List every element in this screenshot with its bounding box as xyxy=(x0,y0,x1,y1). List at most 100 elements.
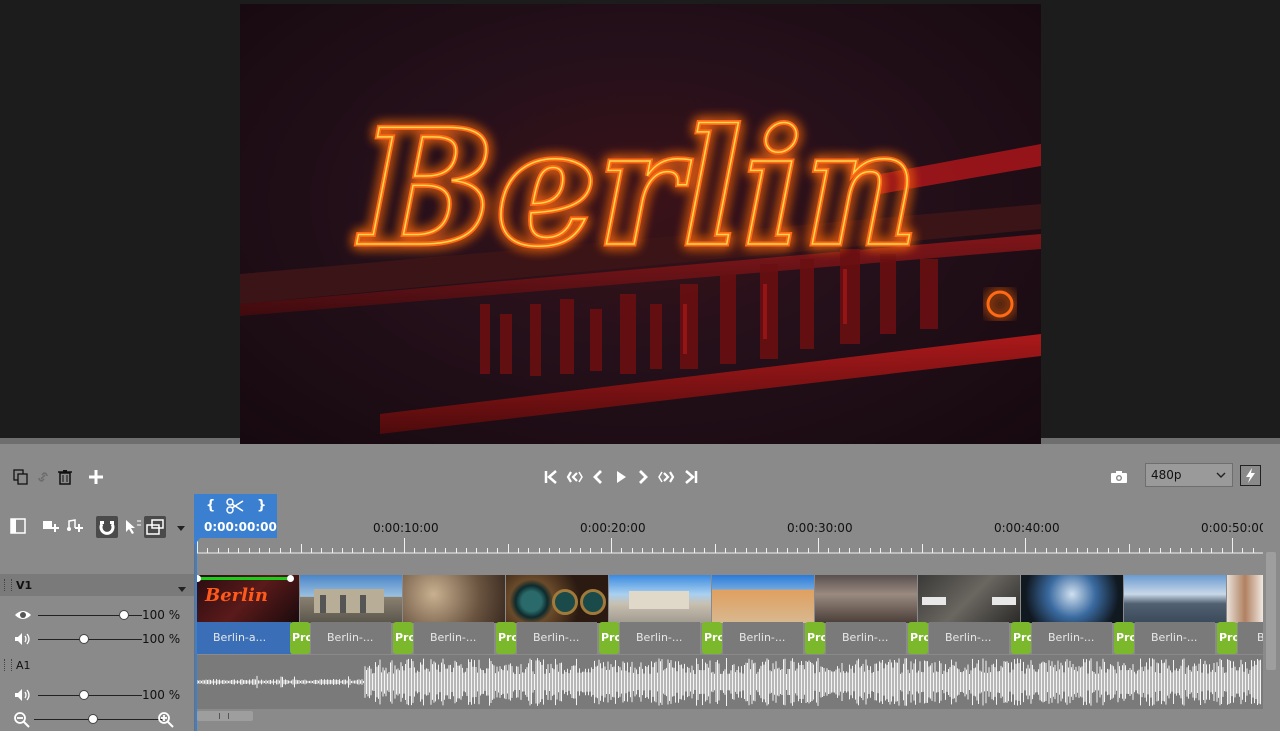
go-to-end-icon[interactable] xyxy=(680,466,702,488)
video-clip-thumbnail[interactable] xyxy=(1227,575,1263,623)
drag-handle-icon[interactable] xyxy=(4,659,12,671)
step-back-icon[interactable] xyxy=(587,466,609,488)
camera-icon[interactable] xyxy=(1108,466,1130,488)
v1-menu-chevron-icon[interactable] xyxy=(178,582,186,596)
vertical-scrollbar[interactable] xyxy=(1263,500,1280,731)
video-volume-slider-knob[interactable] xyxy=(79,634,89,644)
clip-label[interactable]: Berlin-... xyxy=(1135,622,1215,654)
video-clip-thumbnail[interactable] xyxy=(712,575,814,623)
more-options-chevron-icon[interactable] xyxy=(176,522,186,536)
fade-out-handle[interactable] xyxy=(287,575,294,582)
playhead-time: 0:00:00:00 xyxy=(204,520,277,534)
v1-track-header[interactable]: V1 xyxy=(0,574,194,596)
clip-label[interactable]: Berlin-... xyxy=(1032,622,1112,654)
resolution-select[interactable]: 480p xyxy=(1145,463,1233,487)
video-clip-thumbnail[interactable] xyxy=(609,575,711,623)
toggle-panel-icon[interactable] xyxy=(10,518,26,537)
pro-transition-badge[interactable]: Pro xyxy=(805,622,825,654)
fast-preview-icon[interactable] xyxy=(1240,465,1261,486)
zoom-in-icon[interactable] xyxy=(158,712,174,731)
audio-volume-slider-knob[interactable] xyxy=(79,690,89,700)
v1-opacity-slider[interactable]: 100 % xyxy=(12,607,192,625)
clip-fade-bar[interactable] xyxy=(197,577,291,580)
snap-magnet-icon[interactable] xyxy=(96,516,118,538)
zoom-slider-knob[interactable] xyxy=(88,714,98,724)
timeline-zoom-slider[interactable] xyxy=(12,711,192,729)
playhead-pointer xyxy=(194,538,200,546)
resolution-value: 480p xyxy=(1151,468,1182,482)
clip-label[interactable]: Berlin-... xyxy=(723,622,803,654)
video-clip-thumbnail[interactable] xyxy=(300,575,402,623)
video-clip-thumbnail[interactable] xyxy=(1124,575,1226,623)
trash-icon[interactable] xyxy=(54,466,76,488)
go-to-start-icon[interactable] xyxy=(540,466,562,488)
vertical-scrollbar-thumb[interactable] xyxy=(1266,552,1276,670)
previous-keyframe-icon[interactable] xyxy=(564,466,586,488)
mark-out-button[interactable]: } xyxy=(257,498,266,513)
playhead-line[interactable] xyxy=(195,540,197,731)
add-icon[interactable] xyxy=(85,466,107,488)
copy-icon[interactable] xyxy=(10,466,32,488)
video-clip-thumbnail[interactable] xyxy=(918,575,1020,623)
mark-in-button[interactable]: { xyxy=(206,498,215,513)
video-clip-thumbnail[interactable] xyxy=(403,575,505,623)
video-clip-thumbnail[interactable] xyxy=(815,575,917,623)
fade-in-handle[interactable] xyxy=(197,575,201,582)
pro-transition-badge[interactable]: Pro xyxy=(1011,622,1031,654)
a1-track-name: A1 xyxy=(16,659,31,672)
clip-label[interactable]: Berlin-a... xyxy=(197,622,291,654)
zoom-out-icon[interactable] xyxy=(14,712,30,731)
video-clip-thumbnail[interactable] xyxy=(506,575,608,623)
eye-icon[interactable] xyxy=(14,608,32,625)
drag-handle-icon[interactable] xyxy=(4,579,12,591)
a1-track-header[interactable]: A1 xyxy=(0,654,194,676)
pro-transition-badge[interactable]: Pro xyxy=(1217,622,1237,654)
video-clip-thumbnail[interactable]: Berlin xyxy=(197,575,299,623)
preview-frame: Berlin Berlin xyxy=(240,4,1041,444)
clip-label[interactable]: Berlin-... xyxy=(826,622,906,654)
chevron-down-icon xyxy=(1216,469,1226,483)
timeline[interactable]: 0:00:10:00 0:00:20:00 0:00:30:00 0:00:40… xyxy=(195,500,1263,731)
v1-volume-slider[interactable]: 100 % xyxy=(12,631,192,649)
time-ruler[interactable]: 0:00:10:00 0:00:20:00 0:00:30:00 0:00:40… xyxy=(195,500,1263,555)
audio-volume-slider-track[interactable] xyxy=(38,695,142,696)
volume-icon[interactable] xyxy=(14,632,32,649)
clip-label[interactable]: Berlin-... xyxy=(517,622,597,654)
pro-transition-badge[interactable]: Pro xyxy=(290,622,310,654)
ruler-label: 0:00:10:00 xyxy=(373,521,439,535)
scissors-icon[interactable] xyxy=(226,498,244,517)
a1-volume-slider[interactable]: 100 % xyxy=(12,687,192,705)
add-audio-track-icon[interactable] xyxy=(66,518,84,537)
play-icon[interactable] xyxy=(610,466,632,488)
volume-icon[interactable] xyxy=(14,688,32,705)
playhead-marker[interactable]: { } 0:00:00:00 xyxy=(194,494,277,538)
clip-label[interactable]: Berlin-... xyxy=(414,622,494,654)
clip-label[interactable]: Berlin-... xyxy=(311,622,391,654)
zoom-slider-track[interactable] xyxy=(34,719,162,720)
horizontal-scrollbar[interactable] xyxy=(195,709,1263,723)
add-video-track-icon[interactable] xyxy=(42,518,60,537)
pro-transition-badge[interactable]: Pro xyxy=(702,622,722,654)
ripple-select-icon[interactable] xyxy=(124,518,142,539)
pro-badge-text: Pro xyxy=(292,631,310,644)
pro-transition-badge[interactable]: Pro xyxy=(908,622,928,654)
clip-label[interactable]: B xyxy=(1238,622,1263,654)
clip-label[interactable]: Berlin-... xyxy=(620,622,700,654)
overwrite-mode-icon[interactable] xyxy=(144,516,166,538)
step-forward-icon[interactable] xyxy=(632,466,654,488)
pro-badge-text: Pro xyxy=(910,631,928,644)
next-keyframe-icon[interactable] xyxy=(655,466,677,488)
audio-clip[interactable] xyxy=(195,655,1263,709)
pro-transition-badge[interactable]: Pro xyxy=(393,622,413,654)
pro-transition-badge[interactable]: Pro xyxy=(496,622,516,654)
opacity-slider-knob[interactable] xyxy=(119,610,129,620)
pro-badge-text: Pro xyxy=(498,631,516,644)
video-volume-slider-track[interactable] xyxy=(38,639,142,640)
video-clip-thumbnail[interactable] xyxy=(1021,575,1123,623)
pro-transition-badge[interactable]: Pro xyxy=(1114,622,1134,654)
pro-transition-badge[interactable]: Pro xyxy=(599,622,619,654)
scrollbar-thumb[interactable] xyxy=(197,711,253,721)
clip-name: Berlin-... xyxy=(327,631,374,644)
clip-label[interactable]: Berlin-... xyxy=(929,622,1009,654)
clip-name: Berlin-... xyxy=(1048,631,1095,644)
